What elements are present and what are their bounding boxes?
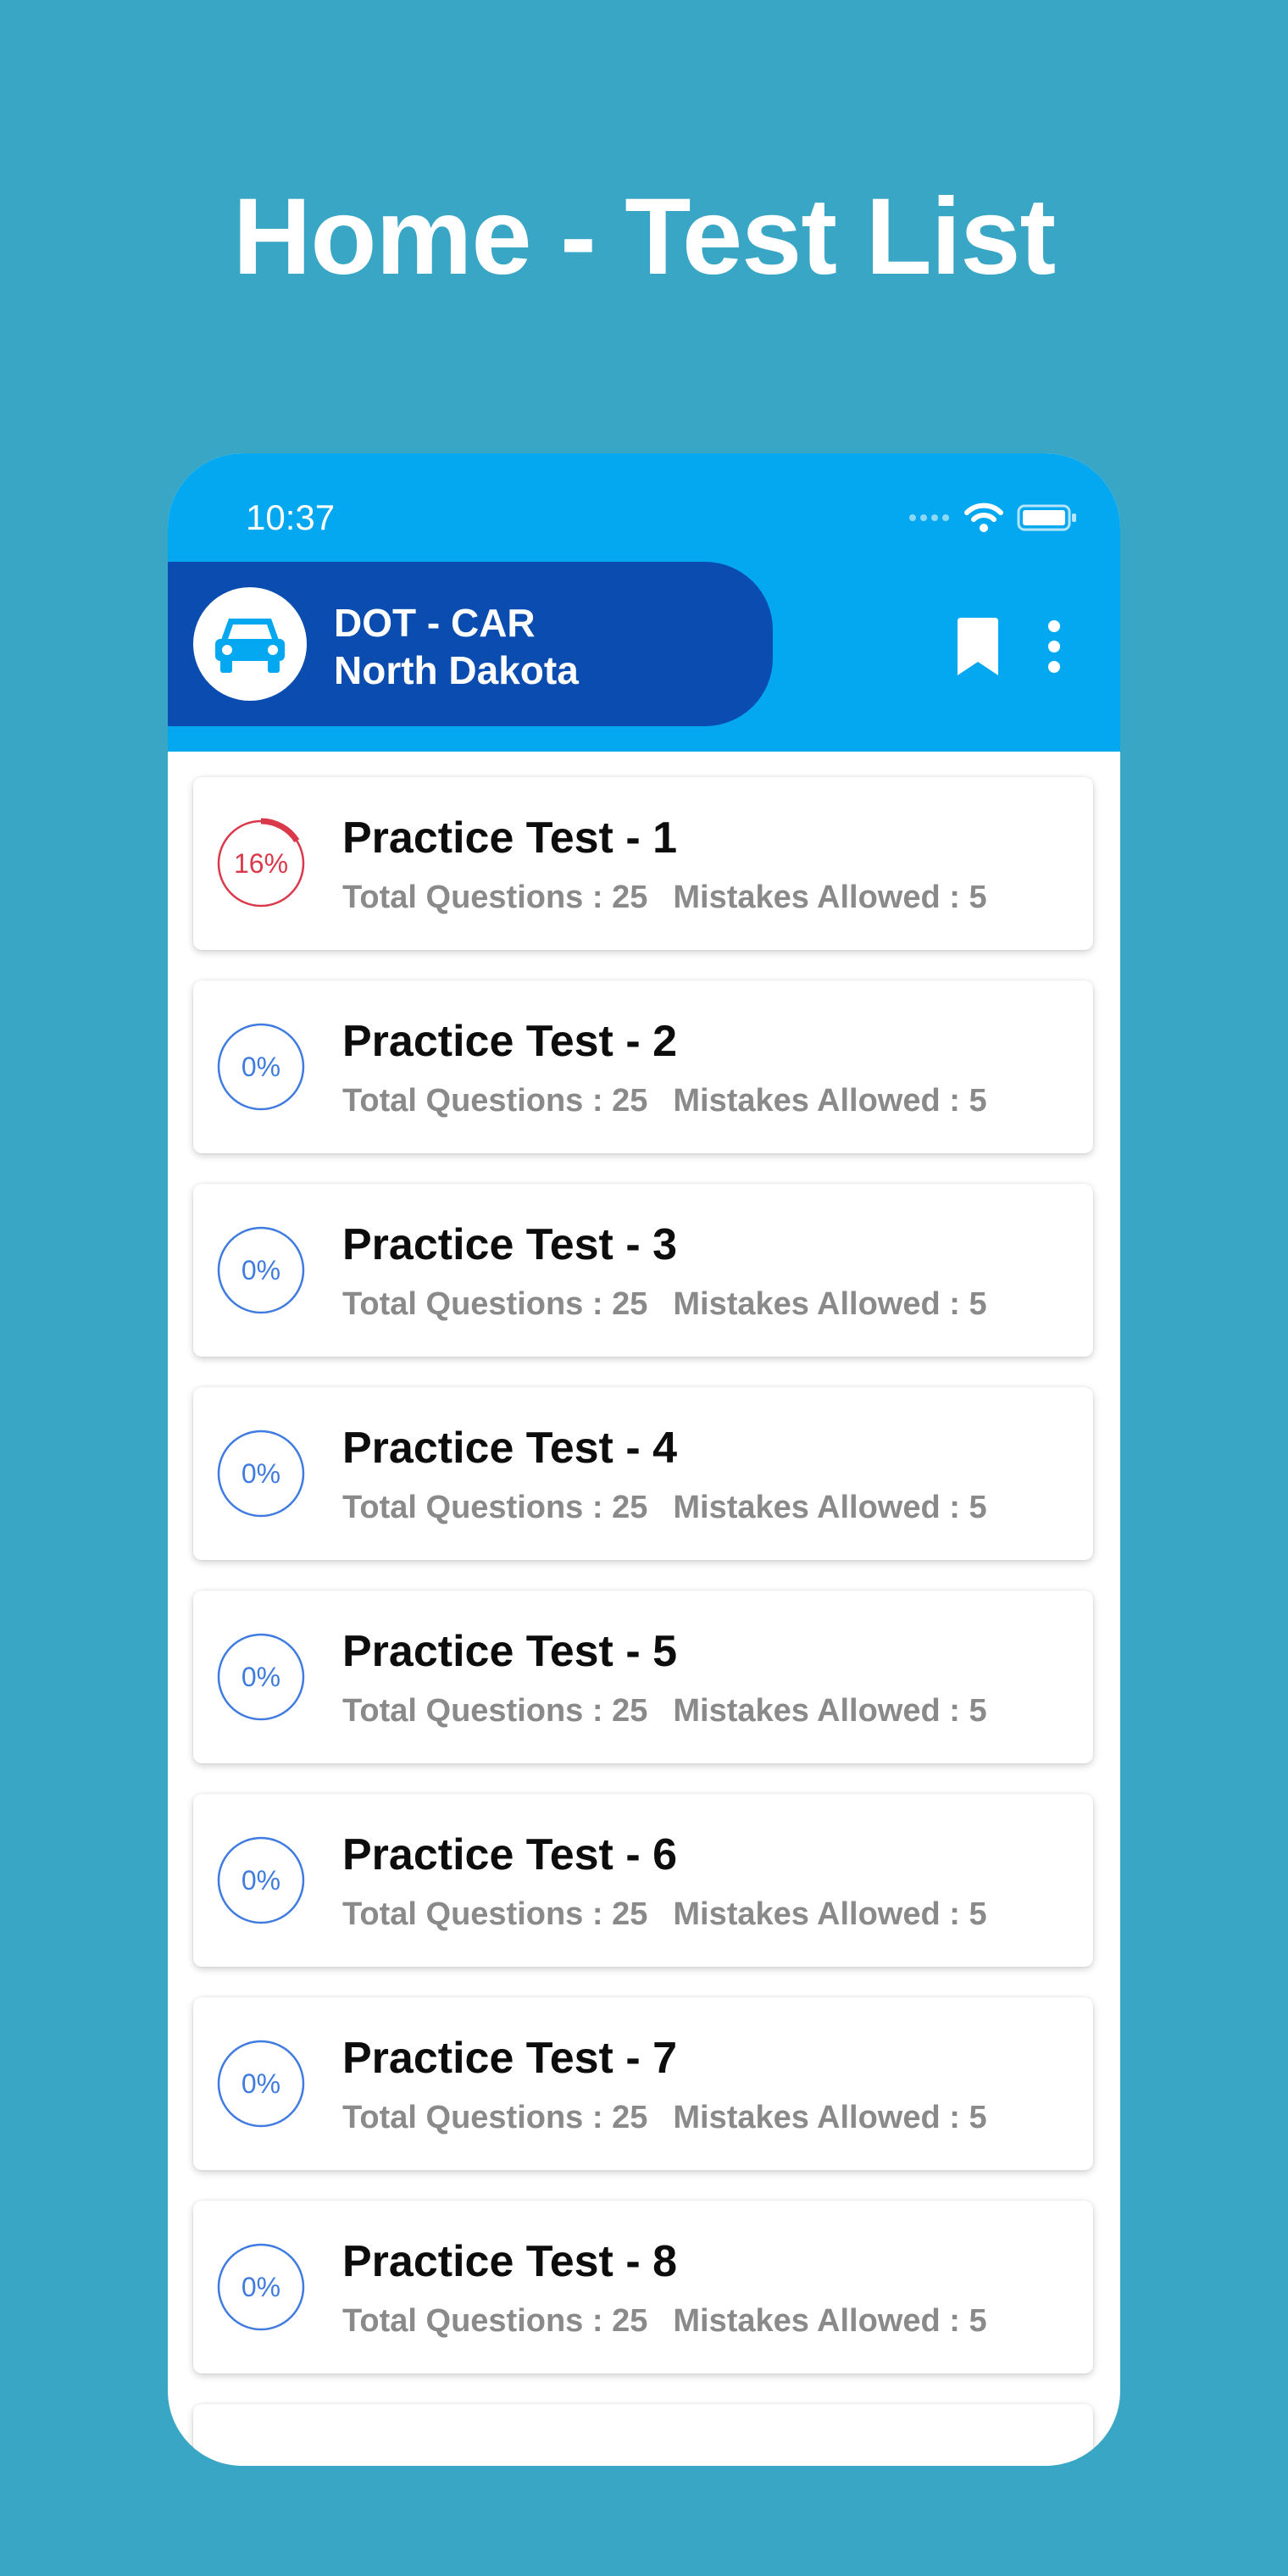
test-title: Practice Test - 1: [342, 813, 678, 863]
test-title: Practice Test - 2: [342, 1017, 678, 1066]
progress-ring: 16%: [215, 818, 307, 909]
total-questions: Total Questions : 25: [342, 2100, 648, 2135]
total-questions: Total Questions : 25: [342, 1490, 648, 1525]
mistakes-allowed: Mistakes Allowed : 5: [673, 2100, 987, 2135]
test-card[interactable]: 0% Practice Test - 6 Total Questions : 25 M…: [193, 1794, 1093, 1967]
total-questions: Total Questions : 25: [342, 1896, 648, 1932]
test-title: Practice Test - 6: [342, 1830, 678, 1879]
progress-percent: 0%: [241, 1662, 281, 1692]
test-meta: Total Questions : 25 Mistakes Allowed : 5: [342, 1284, 987, 1324]
test-card[interactable]: 16% Practice Test - 1 Total Questions : 25…: [193, 777, 1093, 950]
test-card[interactable]: 0% Practice Test - 2 Total Questions : 25 M…: [193, 980, 1093, 1153]
test-meta: Total Questions : 25 Mistakes Allowed : 5: [342, 2097, 987, 2138]
total-questions: Total Questions : 25: [342, 1693, 648, 1729]
status-icons: [908, 496, 1078, 540]
test-meta: Total Questions : 25 Mistakes Allowed : 5: [342, 2301, 987, 2341]
total-questions: Total Questions : 25: [342, 1286, 648, 1322]
test-meta: Total Questions : 25 Mistakes Allowed : 5: [342, 1690, 987, 1731]
progress-percent: 0%: [241, 1865, 281, 1896]
progress-percent: 0%: [241, 1458, 281, 1489]
test-card[interactable]: 0% Practice Test - 3 Total Questions : 25 M…: [193, 1184, 1093, 1357]
mistakes-allowed: Mistakes Allowed : 5: [673, 1490, 987, 1525]
bookmark-icon: [958, 618, 998, 675]
test-title: Practice Test - 8: [342, 2237, 678, 2286]
test-title: Practice Test - 4: [342, 1424, 678, 1473]
total-questions: Total Questions : 25: [342, 880, 648, 915]
mistakes-allowed: Mistakes Allowed : 5: [673, 2303, 987, 2339]
progress-percent: 0%: [241, 1052, 281, 1082]
test-card[interactable]: 0% Practice Test - 8 Total Questions : 25 M…: [193, 2201, 1093, 2373]
progress-ring: 0%: [215, 2038, 307, 2129]
progress-percent: 0%: [241, 1255, 281, 1285]
signal-dots-icon: [909, 514, 949, 521]
mistakes-allowed: Mistakes Allowed : 5: [673, 1083, 987, 1119]
mistakes-allowed: Mistakes Allowed : 5: [673, 1286, 987, 1322]
test-meta: Total Questions : 25 Mistakes Allowed : 5: [342, 877, 987, 918]
test-title: Practice Test - 7: [342, 2034, 678, 2083]
test-card[interactable]: 0% Practice Test - 5 Total Questions : 25 M…: [193, 1591, 1093, 1763]
header-title: DOT - CAR: [334, 601, 536, 645]
test-title: Practice Test - 3: [342, 1220, 678, 1269]
app-brand-header: DOT - CAR North Dakota: [168, 562, 773, 726]
status-time: 10:37: [246, 497, 336, 537]
more-options-button[interactable]: [1035, 613, 1073, 680]
wifi-icon: [964, 502, 1003, 532]
page-headline: Home - Test List: [232, 176, 1056, 297]
progress-percent: 16%: [233, 848, 289, 879]
app-top-bar: 10:37 DOT - CAR North Dakota: [168, 453, 1120, 752]
progress-ring: 0%: [215, 1021, 307, 1113]
header-subtitle: North Dakota: [334, 648, 579, 692]
test-meta: Total Questions : 25 Mistakes Allowed : 5: [342, 1080, 987, 1121]
more-vertical-icon: [1048, 620, 1060, 673]
test-meta: Total Questions : 25 Mistakes Allowed : 5: [342, 1487, 987, 1528]
test-list: 16% Practice Test - 1 Total Questions : 25…: [168, 752, 1120, 2466]
test-meta: Total Questions : 25 Mistakes Allowed : 5: [342, 1894, 987, 1935]
bookmark-button[interactable]: [947, 613, 1008, 680]
test-card[interactable]: 0% Practice Test - 4 Total Questions : 25 M…: [193, 1387, 1093, 1560]
phone-frame: 10:37 DOT - CAR North Dakota 16% Practic…: [168, 453, 1120, 2466]
total-questions: Total Questions : 25: [342, 2303, 648, 2339]
car-avatar: [193, 587, 307, 701]
progress-ring: 0%: [215, 1224, 307, 1316]
mistakes-allowed: Mistakes Allowed : 5: [673, 1693, 987, 1729]
mistakes-allowed: Mistakes Allowed : 5: [673, 880, 987, 915]
mistakes-allowed: Mistakes Allowed : 5: [673, 1896, 987, 1932]
test-title: Practice Test - 5: [342, 1627, 678, 1676]
test-card[interactable]: [193, 2404, 1093, 2466]
progress-percent: 0%: [241, 2272, 281, 2302]
total-questions: Total Questions : 25: [342, 1083, 648, 1119]
progress-ring: 0%: [215, 2241, 307, 2333]
progress-ring: 0%: [215, 1631, 307, 1723]
battery-icon: [1017, 504, 1076, 531]
car-icon: [215, 619, 285, 673]
progress-ring: 0%: [215, 1428, 307, 1519]
test-card[interactable]: 0% Practice Test - 7 Total Questions : 25 M…: [193, 1997, 1093, 2170]
progress-percent: 0%: [241, 2068, 281, 2099]
progress-ring: 0%: [215, 1835, 307, 1926]
